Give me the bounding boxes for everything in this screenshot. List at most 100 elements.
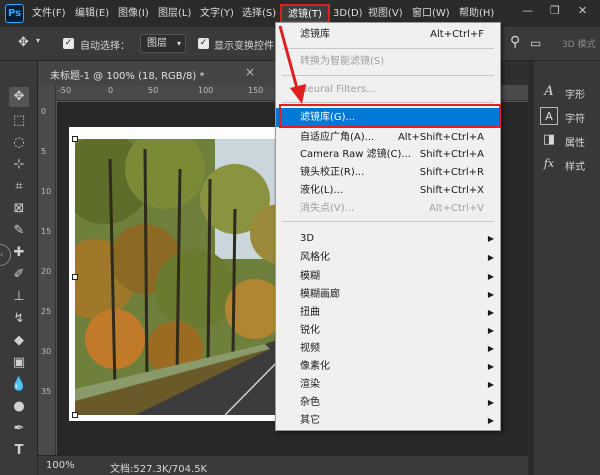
annotation-arrow-icon (278, 25, 306, 104)
show-transform-checkbox[interactable]: ✓ (198, 38, 209, 49)
search-icon[interactable]: ⚲ (510, 34, 520, 50)
menu-item-blur[interactable]: 模糊 ▶ (276, 267, 500, 286)
photoshop-logo: Ps (5, 4, 24, 23)
menu-filter[interactable]: 滤镜(T) (280, 4, 330, 23)
document-tab-title: 未标题-1 @ 100% (18, RGB/8) * (50, 71, 205, 82)
mode-3d-label: 3D 模式 (562, 40, 596, 50)
menu-item-render[interactable]: 渲染 ▶ (276, 375, 500, 394)
panel-properties[interactable]: ◨ 属性 (540, 131, 598, 151)
document-tab[interactable]: 未标题-1 @ 100% (18, RGB/8) * × (38, 61, 278, 85)
brush-tool-icon[interactable]: ✐ (9, 265, 29, 285)
panel-glyphs[interactable]: A 字形 (540, 83, 598, 103)
type-tool-icon[interactable]: T (9, 441, 29, 461)
ruler-label: 100 (198, 86, 214, 95)
menu-type[interactable]: 文字(Y) (200, 0, 234, 27)
ruler-label: 15 (41, 227, 52, 236)
menu-edit[interactable]: 编辑(E) (75, 0, 109, 27)
crop-tool-icon[interactable]: ⌗ (9, 177, 29, 197)
transform-handle[interactable] (72, 136, 78, 142)
menu-item-label: 转换为智能滤镜(S) (300, 56, 385, 67)
menu-item-shortcut: Shift+Ctrl+R (419, 167, 484, 178)
forest-road-photo[interactable] (75, 139, 295, 415)
menu-item-label: Neural Filters... (300, 84, 376, 95)
menu-separator (282, 221, 494, 222)
menu-item-blur-gallery[interactable]: 模糊画廊 ▶ (276, 285, 500, 304)
document-info[interactable]: 文档:527.3K/704.5K (110, 460, 207, 475)
close-window-icon[interactable]: ✕ (578, 4, 587, 17)
clone-stamp-tool-icon[interactable]: ⊥ (9, 287, 29, 307)
submenu-arrow-icon: ▶ (487, 344, 494, 353)
menu-item-label: 像素化 (300, 361, 330, 372)
ruler-label: 35 (41, 387, 52, 396)
ruler-label: 10 (41, 187, 52, 196)
chevron-down-icon: ▾ (176, 39, 181, 48)
menu-item-sharpen[interactable]: 锐化 ▶ (276, 321, 500, 340)
menu-item-lens-correction[interactable]: 镜头校正(R)... Shift+Ctrl+R (276, 163, 500, 182)
submenu-arrow-icon: ▶ (487, 416, 494, 425)
menu-item-vanishing-point[interactable]: 消失点(V)... Alt+Ctrl+V (276, 199, 500, 218)
status-bar: 100% 文档:527.3K/704.5K (38, 455, 528, 475)
menu-item-label: 3D (300, 233, 315, 244)
menu-item-label: 镜头校正(R)... (300, 167, 365, 178)
submenu-arrow-icon: ▶ (487, 290, 494, 299)
auto-select-checkbox[interactable]: ✓ (63, 38, 74, 49)
healing-brush-tool-icon[interactable]: ✚ (9, 243, 29, 263)
menu-item-video[interactable]: 视频 ▶ (276, 339, 500, 358)
menu-file[interactable]: 文件(F) (32, 0, 66, 27)
menu-item-other[interactable]: 其它 ▶ (276, 411, 500, 430)
menu-item-shortcut: Alt+Ctrl+V (429, 203, 484, 214)
menu-item-liquify[interactable]: 液化(L)... Shift+Ctrl+X (276, 181, 500, 200)
menu-item-label: 锐化 (300, 325, 320, 336)
minimize-icon[interactable]: — (522, 4, 533, 17)
marquee-tool-icon[interactable]: ⬚ (9, 111, 29, 131)
menu-item-label: Camera Raw 滤镜(C)... (300, 149, 411, 160)
character-icon: A (540, 107, 558, 125)
transform-handle[interactable] (72, 274, 78, 280)
ruler-label: 20 (41, 267, 52, 276)
menu-item-distort[interactable]: 扭曲 ▶ (276, 303, 500, 322)
workspace-icon[interactable]: ▭ (530, 36, 541, 50)
menu-separator (282, 48, 494, 49)
transform-handle[interactable] (72, 412, 78, 418)
right-panel-dock: A 字形 A 字符 ◨ 属性 fx 样式 (534, 61, 600, 475)
menu-image[interactable]: 图像(I) (118, 0, 149, 27)
menu-item-label: 扭曲 (300, 307, 320, 318)
move-tool-icon[interactable]: ✥ (9, 87, 29, 107)
submenu-arrow-icon: ▶ (487, 398, 494, 407)
tools-panel: ✥ ⬚ ◌ ⊹ ⌗ ⊠ ✎ ✚ ✐ ⊥ ↯ ◆ ▣ 💧 ● ✒ T ‹ (0, 61, 38, 475)
eraser-tool-icon[interactable]: ◆ (9, 331, 29, 351)
menu-item-noise[interactable]: 杂色 ▶ (276, 393, 500, 412)
history-brush-tool-icon[interactable]: ↯ (9, 309, 29, 329)
panel-character[interactable]: A 字符 (540, 107, 598, 127)
move-tool-icon[interactable]: ✥ (18, 35, 29, 50)
dodge-tool-icon[interactable]: ● (9, 397, 29, 417)
ruler-label: -50 (58, 86, 72, 95)
submenu-arrow-icon: ▶ (487, 234, 494, 243)
menu-item-pixelate[interactable]: 像素化 ▶ (276, 357, 500, 376)
menu-item-shortcut: Shift+Ctrl+A (419, 149, 484, 160)
ruler-vertical: 0 5 10 15 20 25 30 35 (38, 85, 56, 455)
close-tab-icon[interactable]: × (245, 65, 255, 79)
restore-icon[interactable]: ❐ (550, 4, 560, 17)
gradient-tool-icon[interactable]: ▣ (9, 353, 29, 373)
auto-select-label: 自动选择： (80, 41, 130, 52)
zoom-level[interactable]: 100% (46, 460, 75, 471)
menu-item-camera-raw[interactable]: Camera Raw 滤镜(C)... Shift+Ctrl+A (276, 145, 500, 164)
ruler-label: 0 (41, 107, 47, 116)
panel-styles[interactable]: fx 样式 (540, 155, 598, 175)
menu-item-3d[interactable]: 3D ▶ (276, 229, 500, 248)
menu-separator (282, 102, 494, 103)
menu-layer[interactable]: 图层(L) (158, 0, 191, 27)
eyedropper-tool-icon[interactable]: ✎ (9, 221, 29, 241)
menu-item-stylize[interactable]: 风格化 ▶ (276, 248, 500, 267)
blur-tool-icon[interactable]: 💧 (9, 375, 29, 395)
chevron-down-icon[interactable]: ▾ (36, 36, 40, 45)
ruler-label: 150 (248, 86, 264, 95)
pen-tool-icon[interactable]: ✒ (9, 419, 29, 439)
frame-tool-icon[interactable]: ⊠ (9, 199, 29, 219)
menu-item-label: 模糊画廊 (300, 289, 340, 300)
menu-item-shortcut: Shift+Ctrl+X (419, 185, 484, 196)
lasso-tool-icon[interactable]: ◌ (9, 133, 29, 153)
quick-select-tool-icon[interactable]: ⊹ (9, 155, 29, 175)
auto-select-target-dropdown[interactable]: 图层 ▾ (140, 34, 186, 53)
